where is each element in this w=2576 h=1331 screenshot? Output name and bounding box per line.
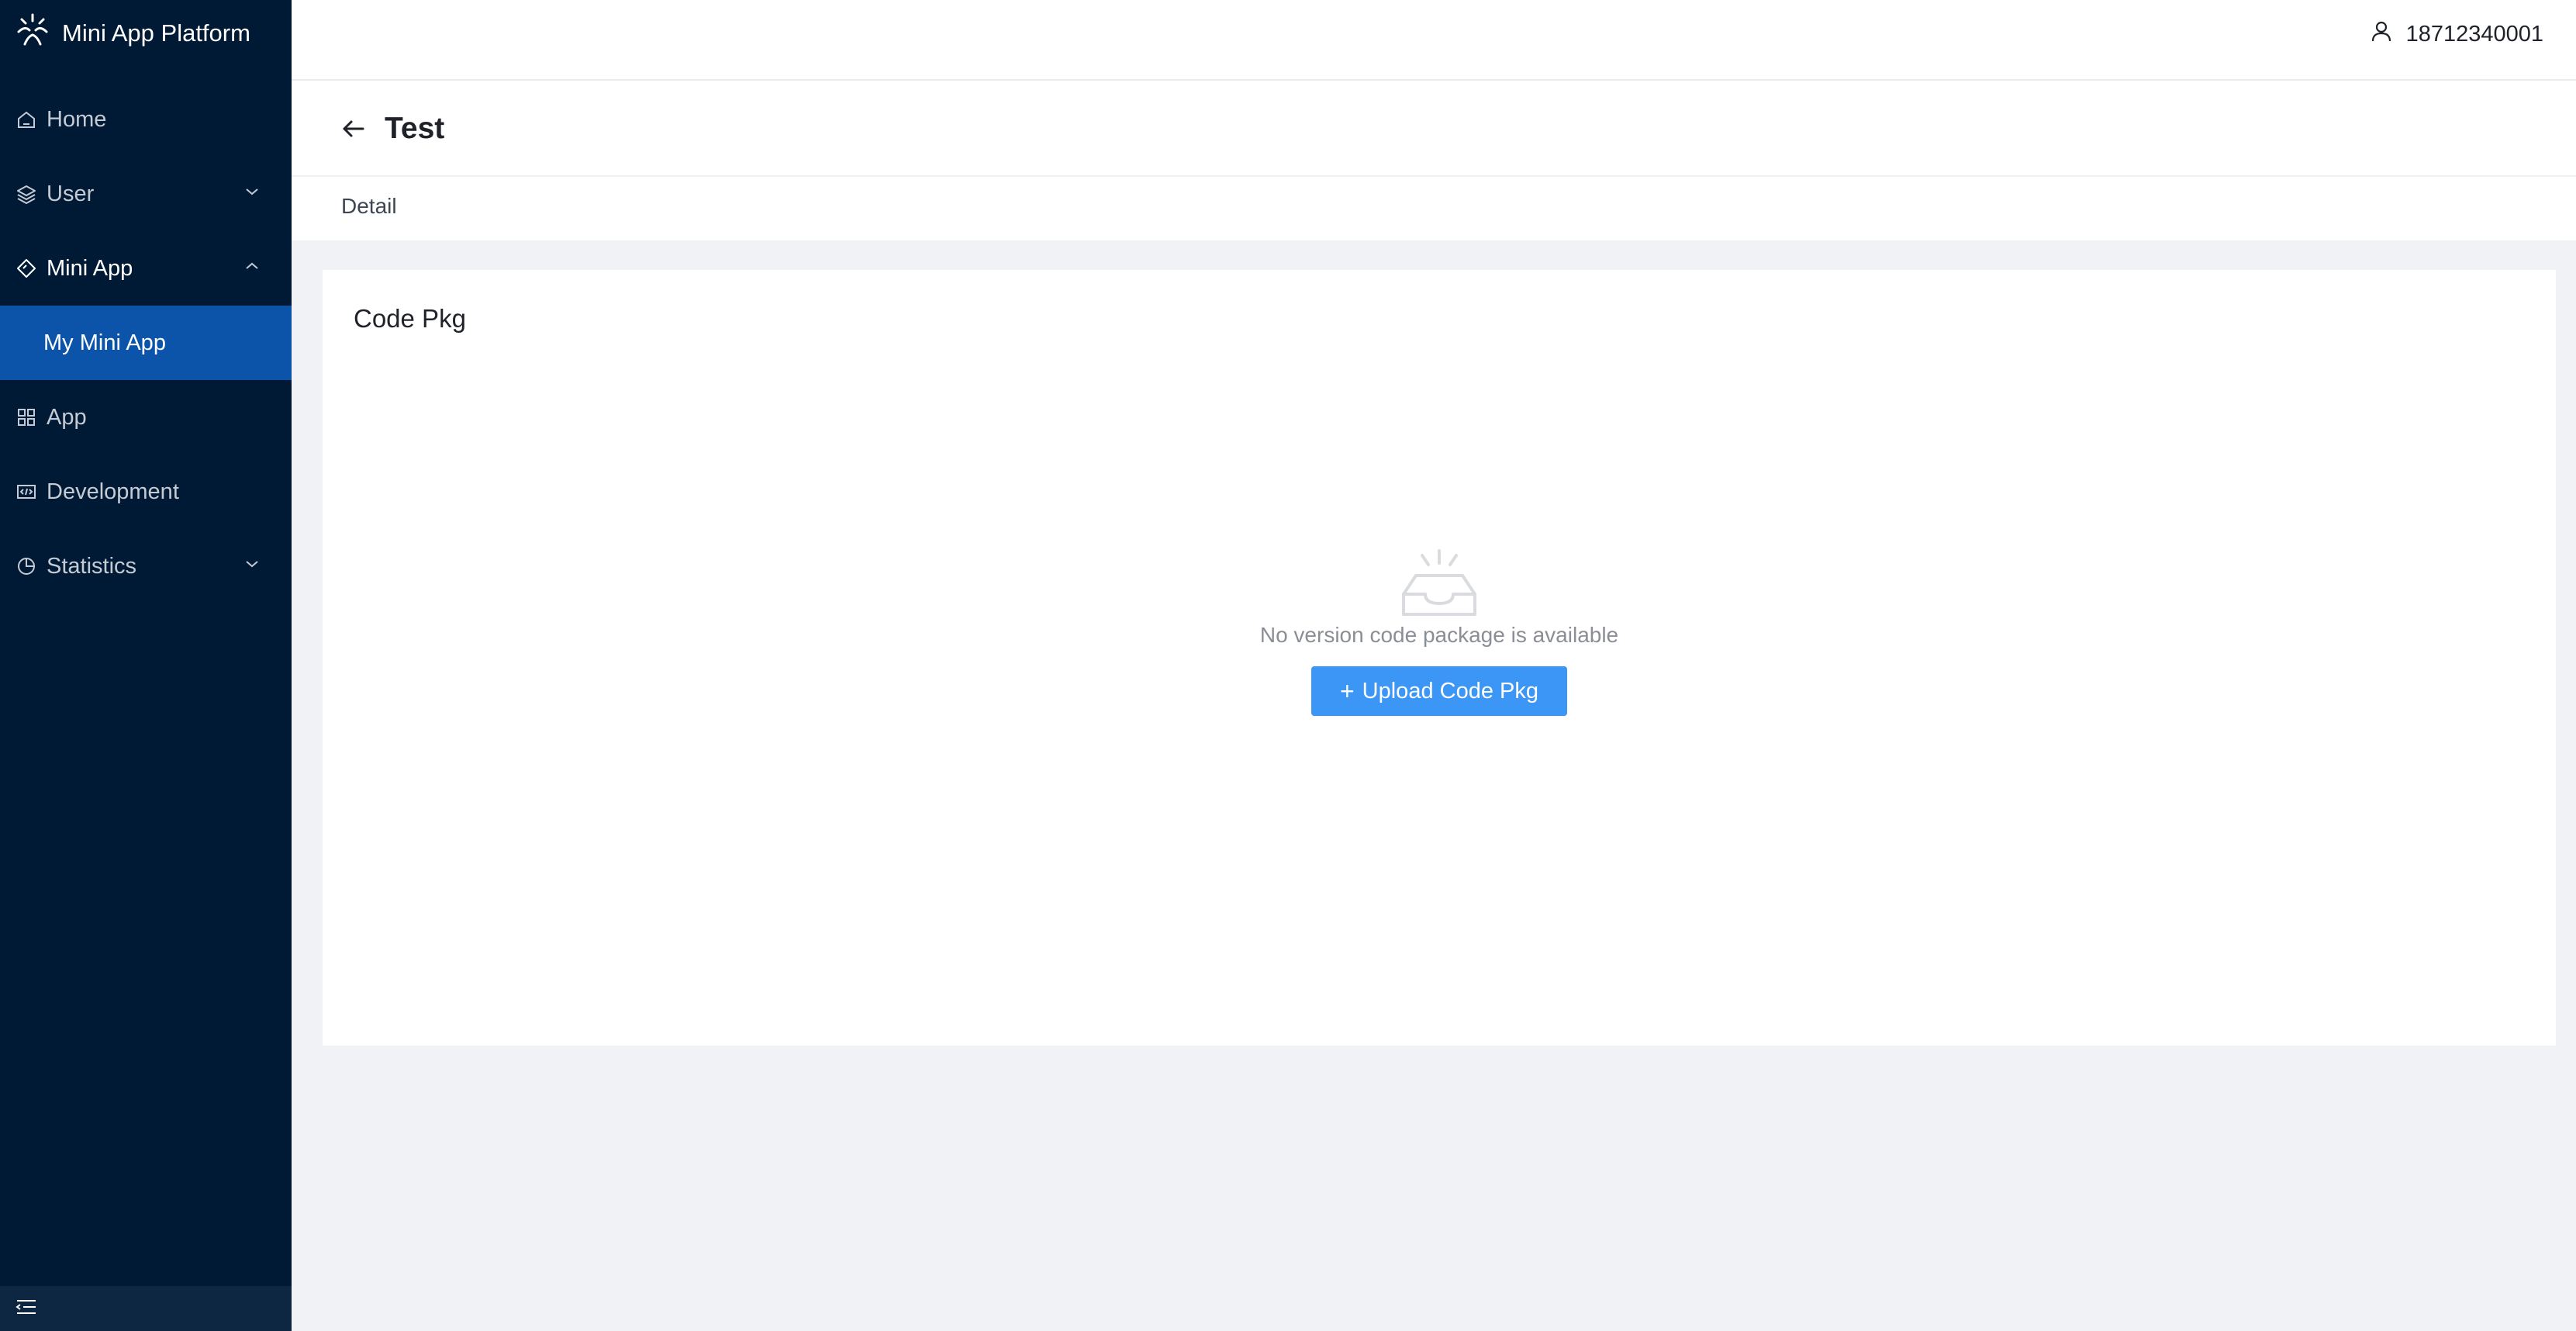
grid-icon	[16, 406, 37, 428]
sidebar-item-user[interactable]: User	[0, 157, 292, 231]
user-menu[interactable]: 18712340001	[2369, 17, 2543, 51]
top-header: 18712340001	[292, 0, 2576, 81]
home-icon	[16, 109, 37, 130]
sidebar-item-mini-app[interactable]: Mini App	[0, 231, 292, 306]
chevron-down-icon	[246, 188, 258, 195]
back-arrow-icon[interactable]	[340, 115, 368, 143]
sidebar-item-my-mini-app[interactable]: My Mini App	[0, 306, 292, 380]
page-header: Test Detail	[292, 81, 2576, 240]
plus-icon: +	[1339, 677, 1355, 705]
pie-chart-icon	[16, 555, 37, 577]
sidebar-item-statistics[interactable]: Statistics	[0, 529, 292, 603]
user-icon	[2369, 19, 2394, 50]
empty-state: No version code package is available + U…	[323, 549, 2556, 716]
sidebar-item-label: Home	[47, 106, 107, 132]
sidebar: Mini App Platform Home User Mini App My …	[0, 0, 292, 1331]
chevron-down-icon	[246, 561, 258, 568]
logo-icon	[14, 12, 51, 55]
code-pkg-card: Code Pkg No version code package is avai…	[323, 270, 2556, 1046]
upload-code-pkg-button[interactable]: + Upload Code Pkg	[1311, 666, 1567, 716]
user-phone: 18712340001	[2405, 21, 2543, 47]
sidebar-item-label: My Mini App	[43, 330, 166, 355]
chevron-up-icon	[246, 262, 258, 269]
sidebar-item-label: Statistics	[47, 553, 137, 579]
title-row: Test	[340, 105, 444, 152]
diamond-icon	[16, 258, 37, 279]
tab-detail[interactable]: Detail	[341, 194, 397, 219]
sidebar-item-development[interactable]: Development	[0, 455, 292, 529]
sidebar-item-label: App	[47, 404, 87, 430]
sidebar-item-home[interactable]: Home	[0, 82, 292, 157]
brand[interactable]: Mini App Platform	[14, 11, 250, 56]
upload-button-label: Upload Code Pkg	[1362, 678, 1538, 704]
page-title: Test	[385, 112, 445, 145]
divider	[292, 175, 2576, 177]
sidebar-item-app[interactable]: App	[0, 380, 292, 455]
sidebar-collapse-button[interactable]	[0, 1286, 292, 1331]
sidebar-item-label: Development	[47, 479, 179, 504]
empty-message: No version code package is available	[1259, 623, 1619, 647]
sidebar-item-label: Mini App	[47, 255, 133, 281]
menu-fold-icon	[14, 1295, 39, 1323]
sidebar-item-label: User	[47, 181, 95, 206]
empty-inbox-icon	[1399, 549, 1480, 617]
layers-icon	[16, 183, 37, 205]
brand-name: Mini App Platform	[62, 19, 250, 47]
code-icon	[16, 481, 37, 503]
card-title: Code Pkg	[354, 304, 466, 333]
